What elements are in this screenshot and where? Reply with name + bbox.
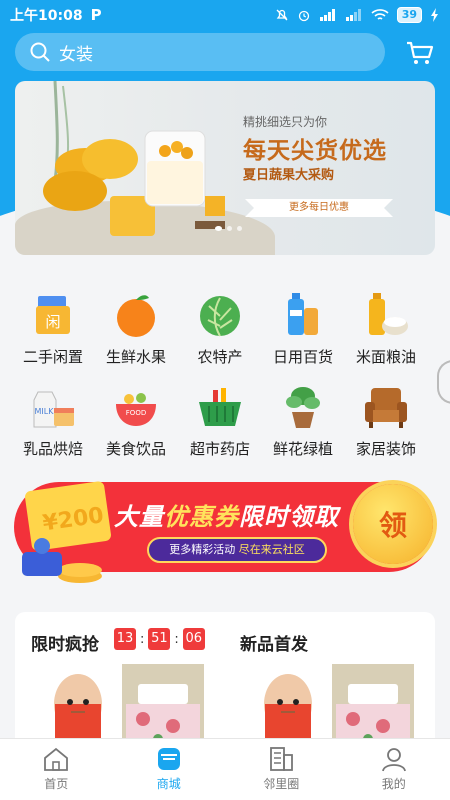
- tab-profile[interactable]: 我的: [338, 739, 450, 800]
- category-supermarket[interactable]: 超市药店: [177, 382, 263, 459]
- edge-swipe-handle[interactable]: [437, 360, 450, 404]
- coupon-activity-pill[interactable]: 更多精彩活动 尽在来云社区: [147, 537, 327, 563]
- coupon-title-part-a: 大量: [114, 503, 164, 531]
- claim-coupon-button[interactable]: 领: [353, 484, 433, 564]
- bottom-tab-bar: 首页 商城 邻里圈 我的: [0, 738, 450, 800]
- category-rice-oil[interactable]: 米面粮油: [343, 290, 429, 367]
- category-local-produce[interactable]: 农特产: [177, 290, 263, 367]
- milk-cake-icon: MILK: [33, 391, 74, 428]
- store-icon: [157, 748, 180, 770]
- category-label: 超市药店: [189, 440, 250, 458]
- category-label: 生鲜水果: [105, 348, 166, 366]
- category-label: 日用百货: [272, 348, 333, 366]
- coupon-title-part-b: 优惠券: [164, 503, 239, 531]
- alarm-icon: [298, 10, 309, 22]
- countdown-seconds: 06: [182, 628, 205, 650]
- coupon-pill-part-b: 尽在来云社区: [238, 543, 305, 556]
- tab-neighborhood[interactable]: 邻里圈: [225, 739, 338, 800]
- rice-oil-icon: [369, 293, 408, 335]
- orange-icon: [117, 295, 155, 337]
- neighborhood-icon: [270, 747, 294, 771]
- banner-fruit-image: [43, 81, 225, 236]
- flash-sale-countdown: 13 : 51 : 06: [114, 628, 205, 650]
- status-time: 上午10:08: [10, 8, 83, 24]
- banner-subtitle: 精挑细选只为你: [243, 115, 328, 129]
- countdown-minutes: 51: [148, 628, 171, 650]
- category-fresh-fruit[interactable]: 生鲜水果: [93, 290, 179, 367]
- flash-sale-title[interactable]: 限时疯抢: [31, 630, 99, 655]
- new-arrivals-title[interactable]: 新品首发: [240, 630, 308, 655]
- countdown-hours: 13: [114, 628, 136, 650]
- flash-sale-section: 限时疯抢 13 : 51 : 06 新品首发: [15, 612, 435, 752]
- banner-tagline: 夏日蔬果大采购: [243, 168, 335, 183]
- search-bar[interactable]: 女装: [15, 33, 385, 71]
- carousel-dots: [215, 226, 242, 231]
- category-daily-goods[interactable]: 日用百货: [260, 290, 346, 367]
- category-home-decor[interactable]: 家居装饰: [343, 382, 429, 459]
- tab-home[interactable]: 首页: [0, 739, 113, 800]
- shopping-basket-icon: [199, 388, 241, 426]
- wifi-icon: [371, 9, 389, 20]
- food-icon-text: FOOD: [126, 409, 146, 417]
- category-label: 乳品烘焙: [22, 440, 83, 458]
- potted-plant-icon: [286, 387, 320, 428]
- banner-title: 每天尖货优选: [243, 138, 387, 164]
- tab-label: 首页: [44, 777, 69, 791]
- tab-label: 商城: [156, 777, 181, 791]
- signal-icon-2: [345, 9, 361, 21]
- search-placeholder: 女装: [59, 44, 93, 65]
- armchair-icon: [365, 388, 407, 428]
- promo-banner[interactable]: 精挑细选只为你 每天尖货优选 夏日蔬果大采购 更多每日优惠: [15, 81, 435, 255]
- charging-icon: [431, 8, 438, 22]
- coupon-banner[interactable]: ¥200 大量优惠券限时领取 更多精彩活动 尽在来云社区 领: [10, 470, 440, 590]
- battery-indicator: 39: [396, 7, 422, 23]
- category-label: 米面粮油: [355, 348, 416, 366]
- category-dairy-bakery[interactable]: MILK 乳品烘焙: [10, 382, 96, 459]
- coupon-banner-title: 大量优惠券限时领取: [114, 497, 339, 532]
- signal-icon: [319, 9, 335, 21]
- profile-icon: [381, 748, 406, 772]
- category-label: 农特产: [197, 348, 243, 366]
- coupon-pill-part-a: 更多精彩活动: [169, 543, 236, 556]
- category-label: 家居装饰: [355, 440, 416, 458]
- mute-icon: [276, 9, 288, 21]
- tab-label: 邻里圈: [263, 777, 300, 791]
- secondhand-bag-icon: 闲: [36, 296, 70, 334]
- tab-label: 我的: [381, 777, 406, 791]
- p-badge: P: [90, 6, 102, 24]
- category-label: 二手闲置: [22, 348, 83, 366]
- category-secondhand[interactable]: 闲 二手闲置: [10, 290, 96, 367]
- tab-store[interactable]: 商城: [113, 739, 226, 800]
- category-label: 鲜花绿植: [272, 440, 333, 458]
- cart-icon[interactable]: [405, 38, 435, 68]
- banner-more-button[interactable]: 更多每日优惠: [245, 199, 393, 217]
- home-icon: [44, 747, 69, 771]
- milk-icon-text: MILK: [35, 407, 55, 416]
- category-label: 美食饮品: [105, 440, 166, 458]
- coupon-title-part-c: 限时领取: [239, 503, 339, 531]
- toiletries-icon: [288, 293, 318, 335]
- category-food-drinks[interactable]: FOOD 美食饮品: [93, 382, 179, 459]
- secondhand-icon-text: 闲: [45, 313, 60, 331]
- search-icon: [30, 42, 50, 62]
- cabbage-icon: [200, 296, 240, 337]
- food-bowl-icon: FOOD: [116, 393, 156, 426]
- gift-coins-graphic: [22, 538, 102, 583]
- category-flowers-plants[interactable]: 鲜花绿植: [260, 382, 346, 459]
- status-bar: 上午10:08 P 39: [0, 0, 450, 30]
